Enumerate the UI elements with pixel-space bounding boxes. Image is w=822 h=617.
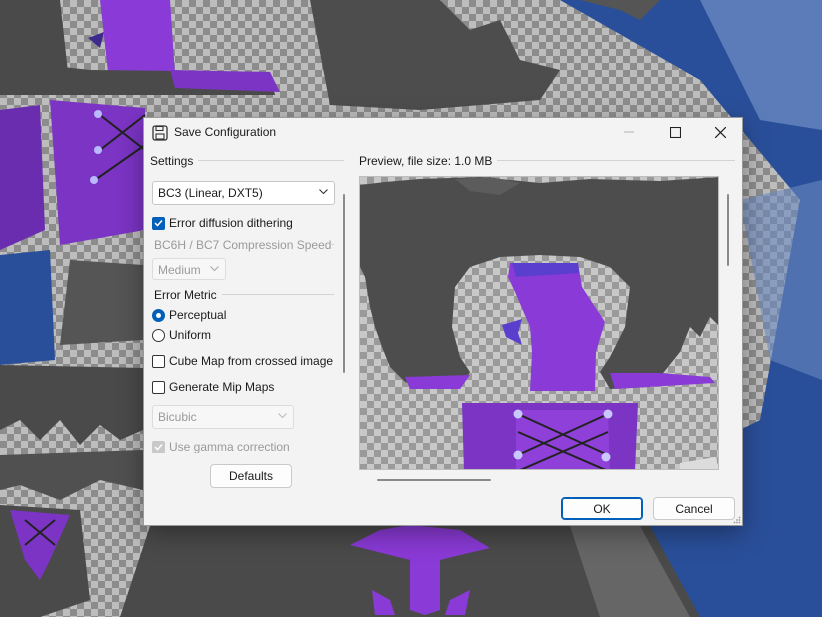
- format-select[interactable]: BC3 (Linear, DXT5): [152, 181, 335, 205]
- compression-speed-value: Medium: [158, 263, 201, 277]
- settings-group-label: Settings: [150, 154, 199, 168]
- cube-map-label: Cube Map from crossed image: [169, 354, 334, 368]
- cube-map-checkbox[interactable]: Cube Map from crossed image: [152, 354, 333, 368]
- mip-filter-select[interactable]: Bicubic: [152, 405, 294, 429]
- radio-unselected-icon: [152, 328, 165, 342]
- checkbox-unchecked-icon: [152, 380, 165, 394]
- resize-grip-icon[interactable]: [733, 516, 741, 524]
- preview-image[interactable]: [359, 176, 719, 470]
- defaults-button[interactable]: Defaults: [210, 464, 292, 488]
- radio-selected-icon: [152, 308, 165, 322]
- close-icon: [714, 126, 726, 138]
- preview-group-label: Preview, file size: 1.0 MB: [359, 154, 498, 168]
- chevron-down-icon: [278, 413, 287, 419]
- compression-speed-select[interactable]: Medium: [152, 258, 226, 280]
- radio-perceptual[interactable]: Perceptual: [152, 308, 226, 322]
- cancel-button[interactable]: Cancel: [653, 497, 735, 520]
- gamma-clip: Use gamma correction: [152, 438, 337, 453]
- error-metric-line: [222, 294, 334, 295]
- radio-perceptual-label: Perceptual: [169, 308, 227, 322]
- close-button[interactable]: [697, 118, 743, 146]
- chevron-down-icon: [319, 189, 328, 195]
- floppy-disk-icon: [152, 125, 168, 141]
- title-bar[interactable]: Save Configuration: [144, 118, 742, 146]
- mip-filter-value: Bicubic: [158, 410, 197, 424]
- compression-speed-label: BC6H / BC7 Compression Speed: [154, 238, 332, 252]
- maximize-icon: [669, 126, 681, 138]
- compression-speed-line: [330, 244, 334, 245]
- error-metric-label: Error Metric: [154, 288, 222, 302]
- preview-horizontal-scrollbar[interactable]: [377, 479, 491, 481]
- gamma-checkbox[interactable]: Use gamma correction: [152, 440, 290, 453]
- preview-texture-artwork: [360, 177, 718, 469]
- minimize-button[interactable]: [606, 118, 652, 146]
- preview-vertical-scrollbar[interactable]: [727, 194, 729, 266]
- error-diffusion-checkbox[interactable]: Error diffusion dithering: [152, 216, 293, 230]
- dialog-title: Save Configuration: [174, 125, 277, 139]
- save-configuration-dialog: Save Configuration Settings BC3 (Linear,…: [143, 117, 743, 526]
- ok-button[interactable]: OK: [561, 497, 643, 520]
- radio-uniform-label: Uniform: [169, 328, 212, 342]
- minimize-icon: [624, 131, 634, 133]
- radio-uniform[interactable]: Uniform: [152, 328, 211, 342]
- chevron-down-icon: [210, 266, 219, 272]
- format-select-value: BC3 (Linear, DXT5): [158, 186, 263, 200]
- checkbox-checked-icon: [152, 216, 165, 230]
- settings-scrollbar[interactable]: [343, 194, 345, 373]
- gamma-label: Use gamma correction: [169, 440, 290, 453]
- checkbox-checked-icon: [152, 440, 165, 453]
- maximize-button[interactable]: [652, 118, 698, 146]
- error-diffusion-label: Error diffusion dithering: [169, 216, 293, 230]
- checkbox-unchecked-icon: [152, 354, 165, 368]
- mip-maps-checkbox[interactable]: Generate Mip Maps: [152, 380, 274, 394]
- mip-maps-label: Generate Mip Maps: [169, 380, 275, 394]
